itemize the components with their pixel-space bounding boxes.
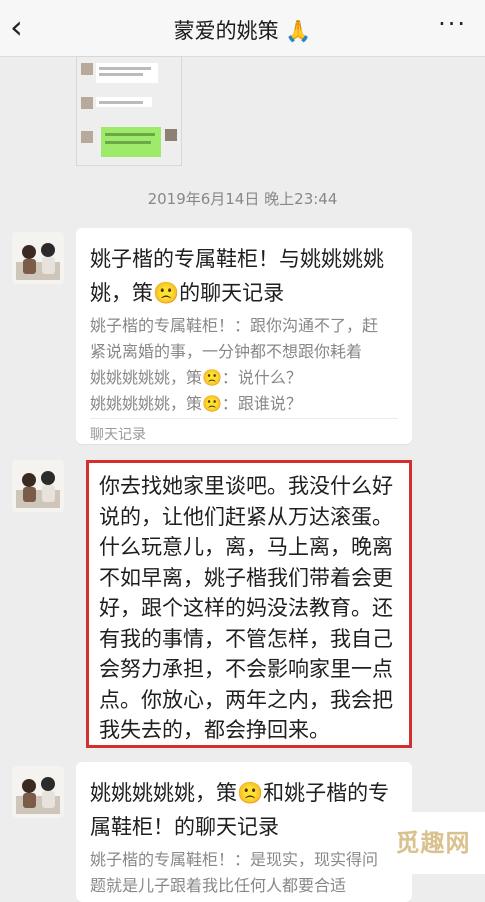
avatar[interactable] (12, 232, 64, 284)
more-options-icon[interactable]: ··· (438, 10, 467, 38)
chat-history-card[interactable]: 姚子楷的专属鞋柜！与姚姚姚姚姚，策🙁的聊天记录 姚子楷的专属鞋柜！：跟你沟通不了… (76, 228, 412, 444)
text-message-bubble[interactable]: 你去找她家里谈吧。我没什么好说的，让他们赶紧从万达滚蛋。什么玩意儿，离，马上离，… (86, 460, 412, 748)
card-line: 姚子楷的专属鞋柜！：是现实，现实得问 (90, 850, 379, 869)
chat-title: 蒙爱的姚策 🙏 (173, 19, 312, 43)
card-line: 紧说离婚的事，一分钟都不想跟你耗着 (90, 342, 363, 361)
divider (90, 418, 398, 419)
screenshot-image-message[interactable] (76, 56, 182, 166)
avatar[interactable] (12, 460, 64, 512)
watermark-logo: 觅趣网 (381, 812, 485, 874)
chat-header: ‹ 蒙爱的姚策 🙏 ··· (0, 0, 485, 57)
card-title: 姚姚姚姚姚，策🙁和姚子楷的专属鞋柜！的聊天记录 (90, 781, 390, 839)
chat-history-card[interactable]: 姚姚姚姚姚，策🙁和姚子楷的专属鞋柜！的聊天记录 姚子楷的专属鞋柜！：是现实，现实… (76, 762, 412, 902)
card-title: 姚子楷的专属鞋柜！与姚姚姚姚姚，策🙁的聊天记录 (90, 247, 384, 305)
card-line: 姚子楷的专属鞋柜！：跟你沟通不了，赶 (90, 316, 379, 335)
card-line: 姚姚姚姚姚，策🙁：说什么？ (90, 368, 302, 387)
card-footer: 聊天记录 (90, 427, 146, 443)
timestamp: 2019年6月14日 晚上23:44 (147, 190, 338, 208)
card-line: 题就是儿子跟着我比任何人都要合适 (90, 876, 347, 895)
card-line: 姚姚姚姚姚，策🙁：跟谁说？ (90, 394, 302, 413)
avatar[interactable] (12, 766, 64, 818)
